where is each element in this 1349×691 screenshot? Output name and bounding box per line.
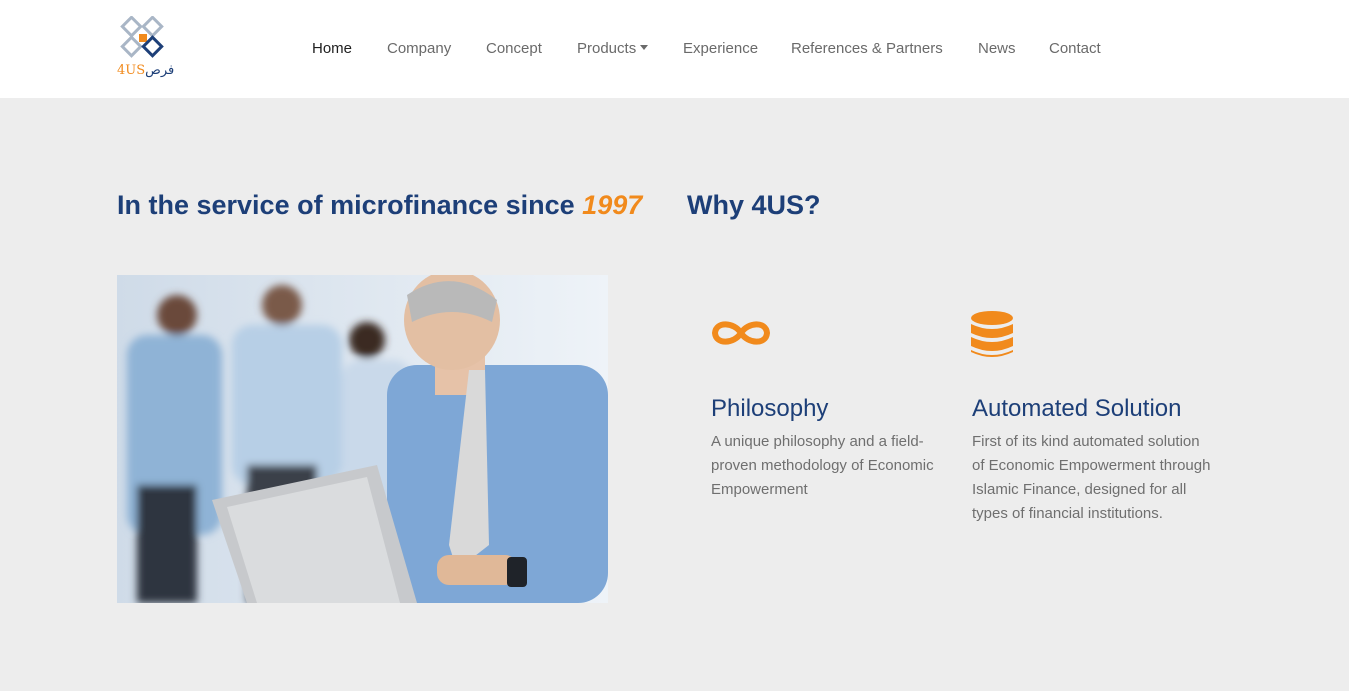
nav-references-partners[interactable]: References & Partners — [791, 38, 943, 60]
hero-photo — [117, 275, 608, 603]
hero-heading-year: 1997 — [582, 190, 643, 220]
main-nav: Home Company Concept Products Experience… — [0, 38, 1349, 60]
infinity-icon — [711, 321, 771, 345]
why-heading: Why 4US? — [687, 190, 821, 220]
nav-news[interactable]: News — [978, 38, 1016, 60]
hero-heading-text: In the service of microfinance since — [117, 190, 583, 220]
nav-company[interactable]: Company — [387, 38, 451, 60]
nav-products[interactable]: Products — [577, 38, 649, 60]
top-navbar: 4USفرص Home Company Concept Products Exp… — [0, 0, 1349, 98]
nav-experience[interactable]: Experience — [683, 38, 758, 60]
nav-home[interactable]: Home — [312, 38, 352, 60]
logo-number: 4US — [117, 63, 146, 78]
nav-contact[interactable]: Contact — [1049, 38, 1101, 60]
database-icon — [971, 311, 1013, 357]
feature-title-automated-solution: Automated Solution — [972, 395, 1182, 422]
feature-text-philosophy: A unique philosophy and a field-proven m… — [711, 433, 934, 498]
feature-text-automated-solution: First of its kind automated solution of … — [972, 433, 1211, 522]
nav-concept[interactable]: Concept — [486, 38, 542, 60]
hero-heading: In the service of microfinance since 199… — [117, 188, 642, 222]
logo-text: 4USفرص — [117, 63, 174, 78]
feature-title-philosophy: Philosophy — [711, 395, 829, 422]
nav-products-label: Products — [577, 40, 637, 57]
chevron-down-icon — [640, 45, 649, 50]
logo-arabic: فرص — [145, 63, 175, 78]
